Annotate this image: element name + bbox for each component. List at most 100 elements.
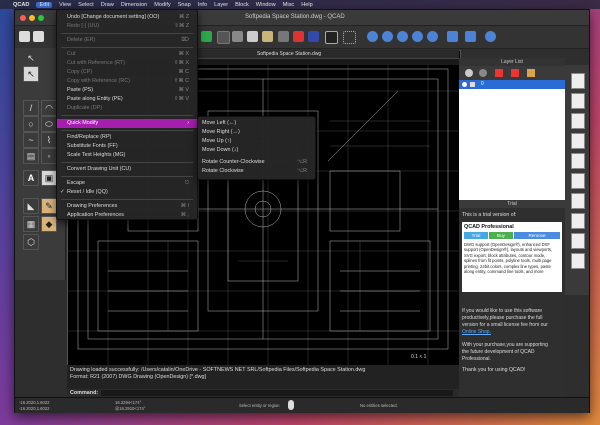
modify-tool-icon[interactable]: ✎	[41, 198, 57, 214]
menu-item-copy[interactable]: Copy (CP) ⌘ C	[57, 68, 197, 77]
menu-item-duplicate[interactable]: Duplicate (DP)	[57, 104, 197, 113]
spline-tool-icon[interactable]: ~	[23, 132, 39, 148]
paste-icon[interactable]	[247, 31, 258, 42]
menu-item-reset-idle[interactable]: ✓ Reset / Idle (QQ)	[57, 188, 197, 197]
menu-block[interactable]: Block	[235, 2, 249, 8]
hide-all-icon[interactable]	[479, 69, 487, 77]
zoom-pan-icon[interactable]	[465, 31, 476, 42]
open-file-icon[interactable]	[33, 31, 44, 42]
menu-dimension[interactable]: Dimension	[121, 2, 147, 8]
remove-layer-icon[interactable]	[511, 69, 519, 77]
menu-item-cut-ref[interactable]: Cut with Reference (RT) ⇧⌘ X	[57, 59, 197, 68]
menu-layer[interactable]: Layer	[214, 2, 228, 8]
menu-window[interactable]: Window	[256, 2, 276, 8]
tab-remove[interactable]: Remove	[514, 232, 560, 239]
menu-modify[interactable]: Modify	[154, 2, 170, 8]
trial-dock-icon[interactable]	[571, 253, 585, 269]
layer-visible-icon[interactable]	[462, 82, 467, 87]
select-icon[interactable]: ↖	[23, 66, 39, 82]
library-dock-icon[interactable]	[571, 113, 585, 129]
menu-item-escape[interactable]: Escape ⎋	[57, 179, 197, 188]
layer-dock-icon[interactable]	[571, 73, 585, 89]
redo-icon[interactable]	[201, 31, 212, 42]
menu-item-copy-ref[interactable]: Copy with Reference (RC) ⇧⌘ C	[57, 77, 197, 86]
history-dock-icon[interactable]	[571, 173, 585, 189]
grid-icon[interactable]	[343, 31, 356, 44]
menu-item-move-left[interactable]: Move Left (←)	[198, 119, 315, 128]
text-tool-icon[interactable]: A	[23, 170, 39, 186]
info-tool-icon[interactable]: ◆	[41, 216, 57, 232]
pen-red-icon[interactable]	[293, 31, 304, 42]
menu-select[interactable]: Select	[78, 2, 94, 8]
zoom-previous-icon[interactable]	[412, 31, 423, 42]
menu-item-cut[interactable]: Cut ⌘ X	[57, 50, 197, 59]
add-layer-icon[interactable]	[495, 69, 503, 77]
line-tool-icon[interactable]: /	[23, 100, 39, 116]
new-file-icon[interactable]	[19, 31, 30, 42]
hatch-tool-icon[interactable]: ▤	[23, 148, 39, 164]
menu-view[interactable]: View	[59, 2, 71, 8]
menu-item-undo[interactable]: Undo [Change document setting] (OO) ⌘ Z	[57, 13, 197, 22]
polyline-tool-icon[interactable]: ⌇	[41, 132, 57, 148]
online-shop-link[interactable]: Online Shop.	[462, 329, 548, 336]
menu-item-find-replace[interactable]: Find/Replace (RP)	[57, 133, 197, 142]
layer-lock-icon[interactable]	[470, 82, 475, 87]
menu-item-rotate-ccw[interactable]: Rotate Counter-Clockwise ⌥R	[198, 158, 315, 167]
show-all-icon[interactable]	[465, 69, 473, 77]
tab-buy[interactable]: Buy	[489, 232, 513, 239]
zoom-window-icon[interactable]	[427, 31, 438, 42]
zoom-auto-icon[interactable]	[397, 31, 408, 42]
crosshair-icon[interactable]	[325, 31, 338, 44]
menu-item-move-right[interactable]: Move Right (→)	[198, 128, 315, 137]
menu-item-app-prefs[interactable]: Application Preferences ⌘ ,	[57, 211, 197, 220]
pointer-icon[interactable]: ↖	[23, 50, 39, 66]
layer-row[interactable]: 0	[459, 80, 565, 89]
menu-item-convert-unit[interactable]: Convert Drawing Unit (CU)	[57, 165, 197, 174]
close-window-button[interactable]	[20, 15, 26, 21]
selection-dock-icon[interactable]	[571, 153, 585, 169]
menu-item-rotate-cw[interactable]: Rotate Clockwise ⌥R	[198, 167, 315, 176]
menu-item-substitute-fonts[interactable]: Substitute Fonts (FF)	[57, 142, 197, 151]
menu-item-quick-modify[interactable]: Quick Modify ›	[57, 119, 197, 128]
block-dock-icon[interactable]	[571, 93, 585, 109]
menu-item-move-down[interactable]: Move Down (↓)	[198, 146, 315, 155]
menu-help[interactable]: Help	[301, 2, 313, 8]
clipboard-icon[interactable]	[262, 31, 273, 42]
menu-item-drawing-prefs[interactable]: Drawing Preferences ⌘ I	[57, 202, 197, 211]
zoom-selection-icon[interactable]	[447, 31, 458, 42]
menu-item-paste[interactable]: Paste (PS) ⌘ V	[57, 86, 197, 95]
cut-icon[interactable]	[217, 31, 230, 44]
image-tool-icon[interactable]: ▣	[41, 170, 57, 186]
info-dock-icon[interactable]	[571, 213, 585, 229]
menu-edit[interactable]: Edit	[36, 1, 53, 8]
copy-icon[interactable]	[232, 31, 243, 42]
minimize-window-button[interactable]	[29, 15, 35, 21]
ellipse-tool-icon[interactable]: ⬭	[41, 116, 57, 132]
point-tool-icon[interactable]: ◦	[41, 148, 57, 164]
menu-qcad[interactable]: QCAD	[13, 2, 29, 8]
snap-icon[interactable]	[278, 31, 289, 42]
tab-trial[interactable]: Trial	[464, 232, 488, 239]
menu-misc[interactable]: Misc	[283, 2, 295, 8]
properties-dock-icon[interactable]	[571, 133, 585, 149]
grid-draw-icon[interactable]	[308, 31, 319, 42]
pen-dock-icon[interactable]	[571, 233, 585, 249]
circle-tool-icon[interactable]: ○	[23, 116, 39, 132]
menu-item-scale-text[interactable]: Scale Text Heights (MG)	[57, 151, 197, 160]
zoom-in-icon[interactable]	[367, 31, 378, 42]
command-dock-icon[interactable]	[571, 193, 585, 209]
dimension-tool-icon[interactable]: ◣	[23, 198, 39, 214]
menu-item-redo[interactable]: Redo [-] (UU) ⇧⌘ Z	[57, 22, 197, 31]
menu-item-delete[interactable]: Delete (ER) ⌦	[57, 36, 197, 45]
zoom-extents-icon[interactable]	[485, 31, 496, 42]
zoom-window-button[interactable]	[38, 15, 44, 21]
edit-layer-icon[interactable]	[527, 69, 535, 77]
menu-item-move-up[interactable]: Move Up (↑)	[198, 137, 315, 146]
block-tool-icon[interactable]: ▦	[23, 216, 39, 232]
arc-tool-icon[interactable]: ◠	[41, 100, 57, 116]
drawing-tab-title[interactable]: Softpedia Space Station.dwg	[257, 51, 321, 57]
menu-info[interactable]: Info	[198, 2, 207, 8]
command-input[interactable]	[101, 390, 453, 396]
zoom-out-icon[interactable]	[382, 31, 393, 42]
menu-item-paste-along[interactable]: Paste along Entity (PE) ⇧⌘ V	[57, 95, 197, 104]
